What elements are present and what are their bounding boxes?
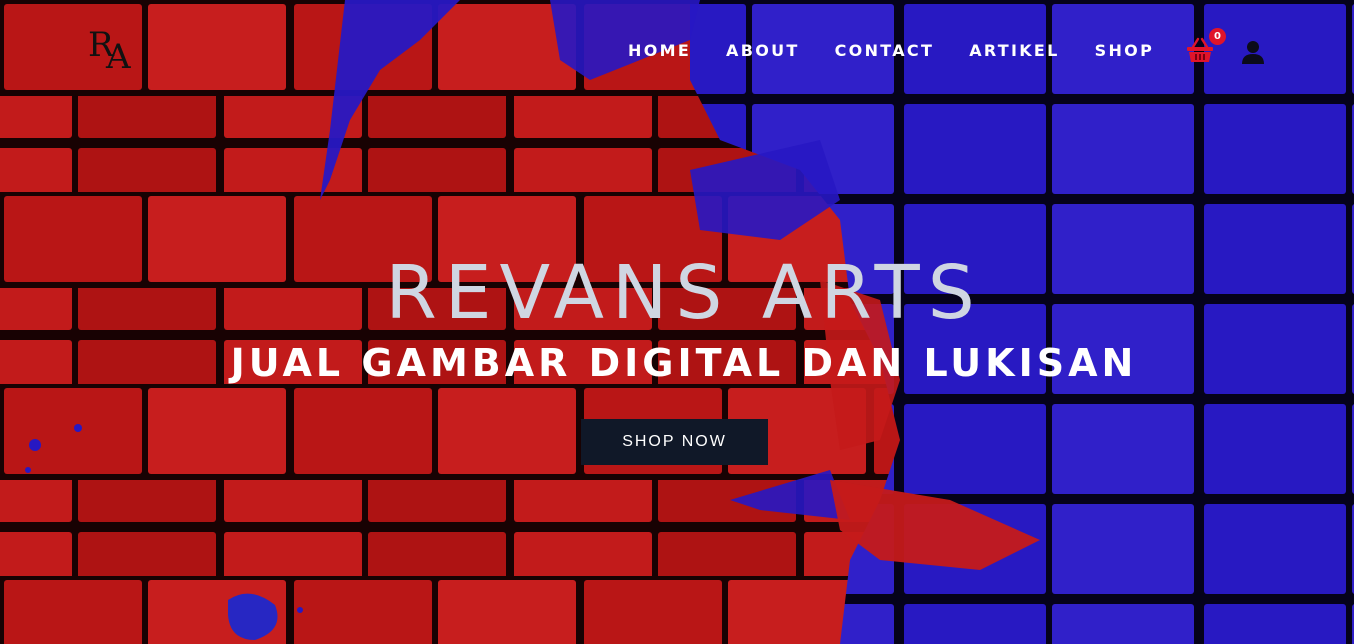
hero-title: REVANS ARTS <box>385 250 983 336</box>
nav-artikel-link[interactable]: ARTIKEL <box>969 40 1059 62</box>
nav-about-link[interactable]: ABOUT <box>726 40 800 62</box>
logo-letter-a: A <box>106 37 131 77</box>
nav-contact-link[interactable]: CONTACT <box>835 40 935 62</box>
nav-home-link[interactable]: HOME <box>628 40 691 62</box>
hero-subtitle: JUAL GAMBAR DIGITAL DAN LUKISAN <box>230 341 1138 385</box>
hero-section: R A HOME ABOUT CONTACT ARTIKEL SHOP 0 RE… <box>0 0 1354 644</box>
user-icon[interactable] <box>1242 40 1264 64</box>
logo[interactable]: R A <box>88 28 148 76</box>
main-nav: HOME ABOUT CONTACT ARTIKEL SHOP <box>628 40 1189 62</box>
cart-count-badge: 0 <box>1209 28 1226 45</box>
nav-shop-link[interactable]: SHOP <box>1095 40 1154 62</box>
shop-now-button[interactable]: SHOP NOW <box>581 419 768 465</box>
